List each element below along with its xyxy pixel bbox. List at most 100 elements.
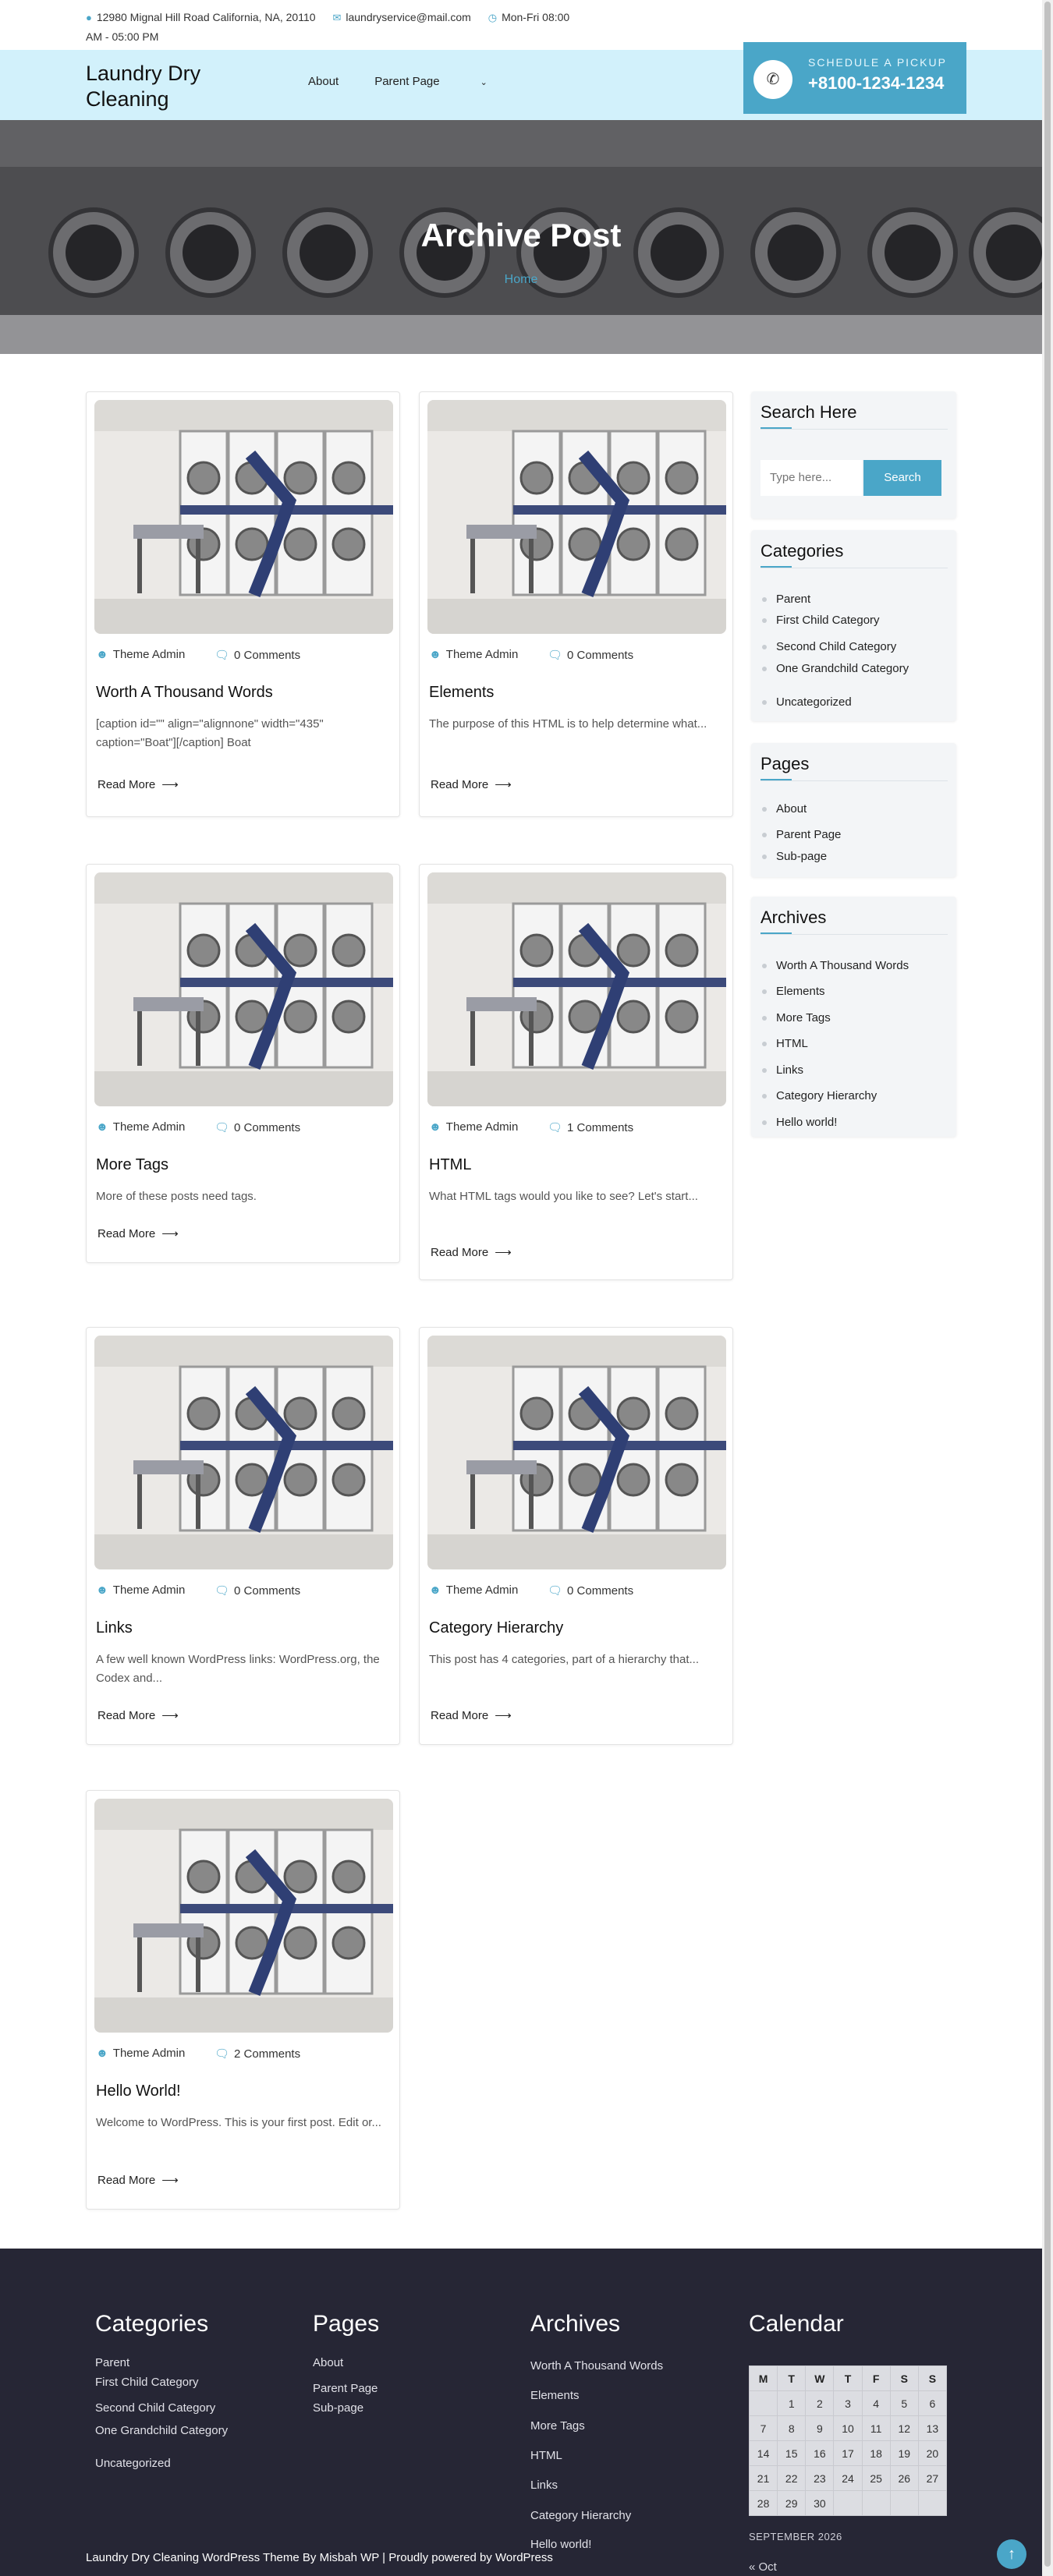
calendar-day: 9 [805,2415,835,2441]
post-title[interactable]: More Tags [96,1156,168,1174]
archive-link[interactable]: More Tags [762,1011,831,1024]
archive-link[interactable]: HTML [762,1037,808,1050]
post-thumbnail[interactable] [94,1336,393,1569]
archive-link[interactable]: Elements [762,985,825,998]
search-button[interactable]: Search [863,460,941,496]
footer-heading: Pages [313,2311,380,2337]
read-more-link[interactable]: Read More ⟶ [98,1226,179,1240]
category-link[interactable]: Uncategorized [762,695,852,709]
footer-link[interactable]: One Grandchild Category [95,2424,228,2437]
post-title[interactable]: Elements [429,684,494,702]
footer-link[interactable]: HTML [530,2449,562,2462]
post-title[interactable]: Worth A Thousand Words [96,684,273,702]
archive-link[interactable]: Worth A Thousand Words [762,959,909,972]
post-comments[interactable]: 0 Comments [567,649,633,662]
post-thumbnail[interactable] [427,1336,726,1569]
calendar-day-header: W [805,2365,835,2391]
footer-link[interactable]: About [313,2356,343,2369]
address-text: 12980 Mignal Hill Road California, NA, 2… [96,11,316,23]
comment-icon: 🗨 [214,1584,230,1598]
post-comments[interactable]: 0 Comments [234,1121,300,1134]
post-author[interactable]: Theme Admin [446,648,519,661]
post-thumbnail[interactable] [427,872,726,1106]
read-more-link[interactable]: Read More ⟶ [98,2173,179,2187]
footer-link[interactable]: Links [530,2479,558,2492]
footer-link[interactable]: Category Hierarchy [530,2509,631,2522]
archive-link[interactable]: Hello world! [762,1116,837,1129]
category-link[interactable]: Parent [762,593,810,606]
post-comments[interactable]: 2 Comments [234,2047,300,2061]
page-link[interactable]: About [762,802,807,816]
back-to-top-button[interactable]: ↑ [997,2539,1026,2569]
post-title[interactable]: Links [96,1619,133,1637]
post-comments[interactable]: 0 Comments [567,1584,633,1598]
widget-title: Categories [760,541,844,561]
laundromat-image [427,400,726,634]
breadcrumb-home[interactable]: Home [0,273,1042,287]
nav-item-about[interactable]: About [308,75,339,88]
post-thumbnail[interactable] [427,400,726,634]
calendar-prev-link[interactable]: « Oct [749,2560,777,2574]
calendar-day: 6 [917,2390,948,2416]
post-comments[interactable]: 0 Comments [234,1584,300,1598]
post-author[interactable]: Theme Admin [113,1583,186,1597]
footer-link[interactable]: First Child Category [95,2376,199,2389]
post-author[interactable]: Theme Admin [113,648,186,661]
footer-link[interactable]: Hello world! [530,2538,591,2551]
nav-item-parent-page[interactable]: Parent Page ⌄ [374,75,523,88]
link-label: Hello world! [776,1116,838,1129]
footer-heading: Archives [530,2311,621,2337]
arrow-right-icon: ⟶ [495,1709,512,1722]
read-more-link[interactable]: Read More ⟶ [431,1708,512,1722]
category-link[interactable]: First Child Category [762,614,880,627]
post-meta: ☻ Theme Admin 🗨 0 Comments [96,1583,392,1598]
calendar-table: M T W T F S S 1 2 3 4 5 6 7 8 9 10 11 12 13 14 15 16 17 18 19 20 21… [748,2365,948,2516]
read-more-link[interactable]: Read More ⟶ [98,1708,179,1722]
calendar-day [861,2490,891,2516]
post-thumbnail[interactable] [94,400,393,634]
post-comments[interactable]: 1 Comments [567,1121,633,1134]
widget-title: Search Here [760,402,857,422]
post-author[interactable]: Theme Admin [113,1120,186,1134]
post-excerpt: [caption id="" align="alignnone" width="… [96,717,324,749]
calendar-day-header: S [917,2365,948,2391]
read-more-link[interactable]: Read More ⟶ [431,1245,512,1259]
scrollbar-thumb[interactable] [1044,2,1051,2567]
footer-link[interactable]: Uncategorized [95,2457,171,2470]
schedule-pickup-button[interactable]: ✆ SCHEDULE A PICKUP +8100-1234-1234 [743,42,966,114]
page-link[interactable]: Parent Page [762,828,841,841]
category-link[interactable]: Second Child Category [762,640,896,653]
read-more-link[interactable]: Read More ⟶ [431,777,512,791]
post-title[interactable]: Hello World! [96,2082,181,2100]
footer-link[interactable]: Worth A Thousand Words [530,2359,663,2373]
page-scrollbar[interactable] [1042,0,1053,2576]
archive-link[interactable]: Category Hierarchy [762,1089,877,1102]
category-link[interactable]: One Grandchild Category [762,662,909,675]
post-title[interactable]: Category Hierarchy [429,1619,563,1637]
post-thumbnail[interactable] [94,872,393,1106]
post-author[interactable]: Theme Admin [446,1583,519,1597]
email-link[interactable]: laundryservice@mail.com [346,11,470,23]
nav-item-label: Parent Page [374,75,440,88]
post-title[interactable]: HTML [429,1156,471,1174]
search-input[interactable] [760,460,862,496]
footer-link[interactable]: Parent Page [313,2382,378,2395]
pickup-phone: +8100-1234-1234 [808,73,945,93]
footer-link[interactable]: Second Child Category [95,2401,215,2415]
post-comments[interactable]: 0 Comments [234,649,300,662]
footer-link[interactable]: Elements [530,2389,580,2402]
page-link[interactable]: Sub-page [762,850,827,863]
footer-link[interactable]: Parent [95,2356,129,2369]
footer-link[interactable]: More Tags [530,2419,585,2433]
read-more-link[interactable]: Read More ⟶ [98,777,179,791]
post-author[interactable]: Theme Admin [113,2047,186,2060]
site-logo[interactable]: Laundry Dry Cleaning [86,61,242,112]
footer-link[interactable]: Sub-page [313,2401,363,2415]
archive-link[interactable]: Links [762,1063,803,1077]
link-label: Uncategorized [776,695,852,709]
footer-categories: Categories Parent First Child Category S… [95,2311,228,2470]
footer-heading: Calendar [749,2311,844,2337]
post-thumbnail[interactable] [94,1799,393,2033]
post-author[interactable]: Theme Admin [446,1120,519,1134]
post-card: ☻ Theme Admin 🗨 0 Comments Elements The purpo… [419,391,733,817]
